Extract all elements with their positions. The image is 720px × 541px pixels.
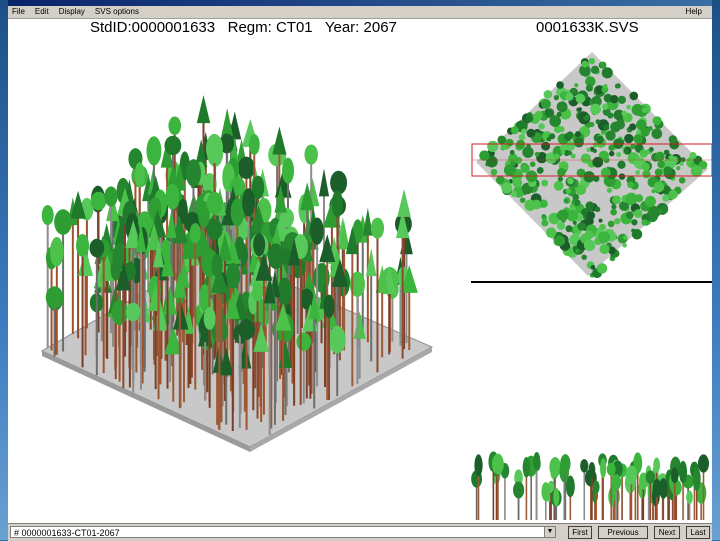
stand-header: StdID:0000001633 Regm: CT01 Year: 2067 0…: [8, 18, 712, 38]
view-divider: [471, 281, 712, 283]
overhead-map-view[interactable]: [470, 40, 712, 280]
svs-window: File Edit Display SVS options Help StdID…: [8, 0, 712, 541]
status-bar: # 0000001633-CT01-2067 ▼ First Previous …: [8, 523, 712, 541]
stand-info-text: StdID:0000001633 Regm: CT01 Year: 2067: [90, 19, 397, 36]
stand-perspective-view[interactable]: [8, 40, 468, 522]
profile-view[interactable]: [470, 450, 712, 520]
first-button[interactable]: First: [568, 526, 592, 539]
desktop-background-right: [712, 0, 720, 540]
menu-file[interactable]: File: [12, 6, 25, 18]
desktop-background-left: [0, 0, 8, 540]
menu-svs-options[interactable]: SVS options: [95, 6, 139, 18]
stand-selector[interactable]: # 0000001633-CT01-2067: [10, 526, 556, 538]
chevron-down-icon[interactable]: ▼: [544, 526, 556, 538]
last-button[interactable]: Last: [686, 526, 710, 539]
file-name-text: 0001633K.SVS: [536, 19, 639, 36]
menu-help[interactable]: Help: [686, 6, 702, 18]
profile-tree-group: [471, 451, 709, 520]
menu-display[interactable]: Display: [59, 6, 85, 18]
menu-edit[interactable]: Edit: [35, 6, 49, 18]
next-button[interactable]: Next: [654, 526, 680, 539]
previous-button[interactable]: Previous: [598, 526, 648, 539]
